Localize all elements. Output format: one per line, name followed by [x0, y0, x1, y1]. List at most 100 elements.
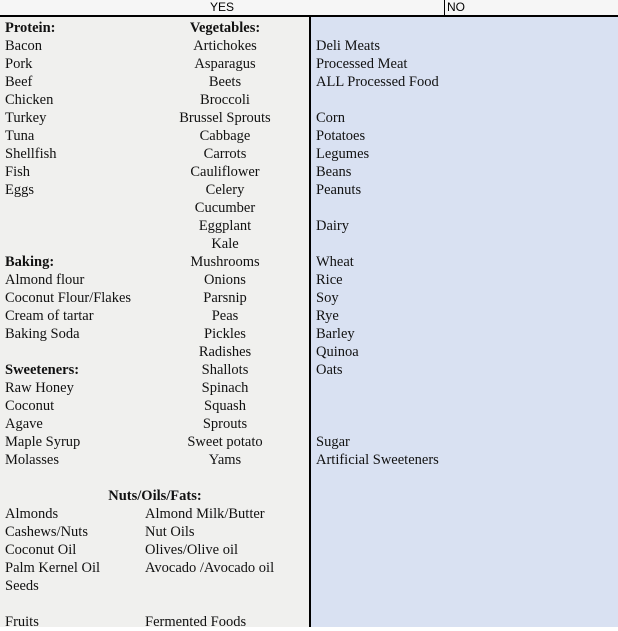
table-row: Fish Cauliflower Beans	[0, 163, 618, 181]
yes-food-item: Bacon	[5, 38, 43, 54]
table-row: Raw Honey Spinach	[0, 379, 618, 397]
no-food-item: Potatoes	[316, 128, 366, 144]
table-row: Turkey Brussel Sprouts Corn	[0, 109, 618, 127]
yes-food-item: Sweet potato	[187, 434, 263, 450]
yes-food-item: Onions	[204, 272, 246, 288]
table-row: Shellfish Carrots Legumes	[0, 145, 618, 163]
nuts-oils-fats-heading: Nuts/Oils/Fats:	[108, 488, 202, 504]
yes-food-item: Maple Syrup	[5, 434, 81, 450]
no-food-item	[316, 235, 611, 253]
yes-food-item	[5, 217, 145, 235]
yes-food-item: Almonds	[5, 506, 59, 522]
no-food-item: Wheat	[316, 254, 354, 270]
yes-food-item: Carrots	[203, 146, 247, 162]
no-food-item: Legumes	[316, 146, 370, 162]
yes-food-item: Fermented Foods	[145, 614, 247, 630]
no-food-item: Beans	[316, 164, 352, 180]
yes-food-item: Cauliflower	[190, 164, 260, 180]
no-food-item: Sugar	[316, 434, 350, 450]
table-row: Palm Kernel Oil Avocado /Avocado oil	[0, 559, 618, 577]
no-food-item: Soy	[316, 290, 339, 306]
table-row: Almonds Almond Milk/Butter	[0, 505, 618, 523]
yes-category-heading: Baking:	[5, 254, 55, 270]
yes-food-item: Mushrooms	[190, 254, 260, 270]
yes-food-item: Shellfish	[5, 146, 57, 162]
food-rows: Protein: Vegetables: Bacon Artichokes Deli M…	[0, 19, 618, 631]
no-food-item: ALL Processed Food	[316, 74, 439, 90]
table-row: Almond flour Onions Rice	[0, 271, 618, 289]
table-row: Seeds	[0, 577, 618, 595]
yes-food-item: Almond Milk/Butter	[145, 506, 265, 522]
no-food-item	[316, 415, 611, 433]
yes-food-item	[145, 577, 307, 595]
yes-food-item: Peas	[211, 308, 239, 324]
yes-food-item: Cabbage	[199, 128, 251, 144]
no-food-item	[316, 379, 611, 397]
no-food-item: Artificial Sweeteners	[316, 452, 439, 468]
yes-food-item: Spinach	[201, 380, 249, 396]
table-row: Pork Asparagus Processed Meat	[0, 55, 618, 73]
table-row: Eggs Celery Peanuts	[0, 181, 618, 199]
no-food-item: Oats	[316, 362, 343, 378]
table-row: Tuna Cabbage Potatoes	[0, 127, 618, 145]
yes-food-item	[145, 595, 307, 613]
table-row: Eggplant Dairy	[0, 217, 618, 235]
table-row: Cream of tartar Peas Rye	[0, 307, 618, 325]
yes-food-item: Coconut Oil	[5, 542, 77, 558]
yes-food-item: Beets	[208, 74, 242, 90]
table-row: Coconut Flour/Flakes Parsnip Soy	[0, 289, 618, 307]
yes-food-item: Kale	[211, 236, 239, 252]
yes-food-item: Coconut Flour/Flakes	[5, 290, 132, 306]
table-row: Coconut Squash	[0, 397, 618, 415]
no-food-item: Deli Meats	[316, 38, 381, 54]
table-row: Sweeteners: Shallots Oats	[0, 361, 618, 379]
yes-category-heading: Protein:	[5, 20, 56, 36]
yes-food-item: Broccoli	[200, 92, 250, 108]
table-row: Chicken Broccoli	[0, 91, 618, 109]
yes-food-item	[5, 235, 145, 253]
yes-food-item: Fish	[5, 164, 30, 180]
yes-food-item: Beef	[5, 74, 33, 90]
yes-food-item: Avocado /Avocado oil	[145, 560, 275, 576]
table-row: Protein: Vegetables:	[0, 19, 618, 37]
yes-food-item: Olives/Olive oil	[145, 542, 239, 558]
header-column-divider	[444, 0, 445, 15]
yes-food-item: Cucumber	[194, 200, 256, 216]
no-food-item: Peanuts	[316, 182, 362, 198]
no-food-item: Dairy	[316, 218, 350, 234]
no-food-item: Corn	[316, 110, 345, 126]
yes-food-item: Shallots	[201, 362, 249, 378]
yes-food-item: Agave	[5, 416, 43, 432]
yes-food-item: Artichokes	[193, 38, 257, 54]
yes-food-item: Pork	[5, 56, 33, 72]
table-row: Molasses Yams Artificial Sweeteners	[0, 451, 618, 469]
yes-food-item: Palm Kernel Oil	[5, 560, 101, 576]
table-row: Cucumber	[0, 199, 618, 217]
yes-food-item: Cream of tartar	[5, 308, 94, 324]
yes-food-item: Baking Soda	[5, 326, 80, 342]
no-food-item: Barley	[316, 326, 355, 342]
no-food-item: Quinoa	[316, 344, 359, 360]
table-row: Beef Beets ALL Processed Food	[0, 73, 618, 91]
yes-food-item: Parsnip	[203, 290, 247, 306]
yes-food-item: Coconut	[5, 398, 55, 414]
yes-food-item	[5, 343, 145, 361]
table-row: Bacon Artichokes Deli Meats	[0, 37, 618, 55]
column-header-no: NO	[447, 0, 465, 14]
yes-food-item: Radishes	[198, 344, 252, 360]
no-food-item	[316, 19, 611, 37]
yes-food-item: Seeds	[5, 578, 39, 594]
yes-category-heading: Sweeteners:	[5, 362, 80, 378]
yes-food-item	[5, 595, 145, 613]
yes-food-item: Asparagus	[194, 56, 256, 72]
table-row: Radishes Quinoa	[0, 343, 618, 361]
no-food-item: Rice	[316, 272, 343, 288]
table-row: Baking Soda Pickles Barley	[0, 325, 618, 343]
yes-food-item: Squash	[204, 398, 246, 414]
yes-food-item: Eggplant	[198, 218, 252, 234]
no-food-item	[316, 397, 611, 415]
yes-food-item: Pickles	[204, 326, 246, 342]
yes-category-heading: Vegetables:	[189, 20, 261, 36]
no-food-item: Rye	[316, 308, 339, 324]
no-food-item	[316, 91, 611, 109]
